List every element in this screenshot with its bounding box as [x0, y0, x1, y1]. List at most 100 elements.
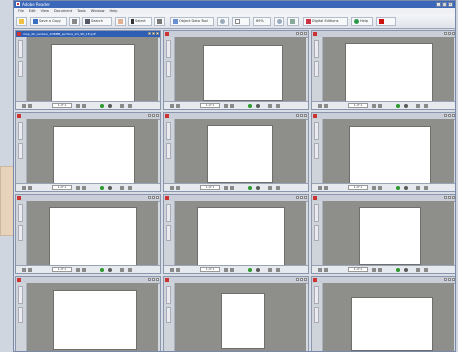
- maximize-button[interactable]: [300, 278, 303, 281]
- close-button[interactable]: [304, 196, 307, 199]
- adobe-button[interactable]: [376, 17, 396, 26]
- first-page-button[interactable]: [318, 104, 322, 108]
- menu-edit[interactable]: Edit: [29, 9, 36, 13]
- pages-tab[interactable]: [18, 143, 23, 159]
- go-forward-icon[interactable]: [248, 104, 252, 108]
- go-forward-icon[interactable]: [100, 104, 104, 108]
- pages-tab[interactable]: [18, 61, 23, 77]
- close-button[interactable]: ×: [448, 2, 453, 7]
- page-layout-button[interactable]: [128, 104, 132, 108]
- page-number-field[interactable]: 1 of 1: [200, 185, 220, 190]
- document-window[interactable]: 1 of 1: [163, 30, 309, 110]
- close-button[interactable]: [304, 114, 307, 117]
- save-copy-button[interactable]: Save a Copy: [30, 17, 67, 26]
- maximize-button[interactable]: [300, 32, 303, 35]
- next-page-button[interactable]: [76, 186, 80, 190]
- search-box[interactable]: [400, 17, 426, 26]
- document-window[interactable]: [311, 276, 455, 351]
- document-window[interactable]: 1 of 1: [15, 112, 161, 192]
- next-page-button[interactable]: [372, 104, 376, 108]
- maximize-button[interactable]: [152, 32, 155, 35]
- pages-tab[interactable]: [314, 225, 319, 241]
- document-canvas[interactable]: [175, 283, 306, 351]
- minimize-button[interactable]: _: [436, 2, 441, 7]
- last-page-button[interactable]: [230, 186, 234, 190]
- maximize-button[interactable]: [448, 196, 451, 199]
- bookmarks-tab[interactable]: [18, 204, 23, 222]
- go-forward-icon[interactable]: [396, 186, 400, 190]
- document-window[interactable]: [15, 276, 161, 351]
- prev-page-button[interactable]: [28, 186, 32, 190]
- zoom-level-field[interactable]: 69%: [253, 17, 271, 26]
- go-back-icon[interactable]: [108, 186, 112, 190]
- page-layout-button[interactable]: [268, 104, 272, 108]
- page-layout-button[interactable]: [276, 104, 280, 108]
- prev-page-button[interactable]: [324, 186, 328, 190]
- menu-tools[interactable]: Tools: [77, 9, 86, 13]
- go-forward-icon[interactable]: [396, 268, 400, 272]
- document-canvas[interactable]: [27, 37, 158, 102]
- pages-tab[interactable]: [18, 307, 23, 323]
- bookmarks-tab[interactable]: [18, 40, 23, 58]
- bookmarks-tab[interactable]: [314, 40, 319, 58]
- bookmarks-tab[interactable]: [314, 286, 319, 304]
- go-back-icon[interactable]: [404, 104, 408, 108]
- maximize-button[interactable]: [152, 114, 155, 117]
- maximize-button[interactable]: [448, 278, 451, 281]
- close-button[interactable]: [156, 114, 159, 117]
- first-page-button[interactable]: [318, 268, 322, 272]
- minimize-button[interactable]: [296, 114, 299, 117]
- page-layout-button[interactable]: [416, 186, 420, 190]
- document-window[interactable]: 1 of 1: [311, 194, 455, 274]
- document-canvas[interactable]: [175, 119, 306, 183]
- close-button[interactable]: [304, 32, 307, 35]
- pages-tab[interactable]: [314, 143, 319, 159]
- pages-tab[interactable]: [18, 225, 23, 241]
- document-canvas[interactable]: [175, 37, 306, 101]
- document-canvas[interactable]: [323, 37, 454, 103]
- go-back-icon[interactable]: [108, 104, 112, 108]
- minimize-button[interactable]: [444, 114, 447, 117]
- pages-tab[interactable]: [166, 61, 171, 77]
- page-layout-button[interactable]: [120, 268, 124, 272]
- document-window[interactable]: map_db_oenters_1OBMB_surface_1O_SD_1E.pd…: [15, 30, 161, 110]
- document-canvas[interactable]: [27, 201, 158, 267]
- bookmarks-tab[interactable]: [314, 204, 319, 222]
- minimize-button[interactable]: [148, 196, 151, 199]
- page-number-field[interactable]: 1 of 1: [52, 103, 72, 108]
- page-number-field[interactable]: 1 of 1: [348, 185, 368, 190]
- minimize-button[interactable]: [444, 196, 447, 199]
- go-forward-icon[interactable]: [248, 268, 252, 272]
- document-canvas[interactable]: [175, 201, 306, 267]
- page-layout-button[interactable]: [120, 104, 124, 108]
- pages-tab[interactable]: [314, 61, 319, 77]
- rotate-button[interactable]: [287, 17, 299, 26]
- go-back-icon[interactable]: [256, 104, 260, 108]
- object-data-tool-button[interactable]: Object Data Tool: [170, 17, 214, 26]
- menu-document[interactable]: Document: [54, 9, 72, 13]
- close-button[interactable]: [452, 114, 455, 117]
- next-page-button[interactable]: [76, 268, 80, 272]
- document-window[interactable]: 1 of 1: [163, 194, 309, 274]
- document-canvas[interactable]: [27, 119, 158, 184]
- close-button[interactable]: [452, 196, 455, 199]
- zoom-in-button[interactable]: [274, 17, 284, 26]
- page-layout-button[interactable]: [128, 268, 132, 272]
- next-page-button[interactable]: [224, 186, 228, 190]
- go-back-icon[interactable]: [256, 268, 260, 272]
- page-layout-button[interactable]: [424, 186, 428, 190]
- first-page-button[interactable]: [22, 268, 26, 272]
- maximize-button[interactable]: [448, 114, 451, 117]
- bookmarks-tab[interactable]: [166, 122, 171, 140]
- page-number-field[interactable]: 1 of 1: [52, 267, 72, 272]
- pages-tab[interactable]: [166, 225, 171, 241]
- minimize-button[interactable]: [296, 196, 299, 199]
- close-button[interactable]: [452, 32, 455, 35]
- minimize-button[interactable]: [148, 114, 151, 117]
- help-button[interactable]: Help: [351, 17, 373, 26]
- page-layout-button[interactable]: [276, 186, 280, 190]
- open-button[interactable]: [16, 17, 27, 26]
- next-page-button[interactable]: [224, 104, 228, 108]
- zoom-out-button[interactable]: [217, 17, 229, 26]
- document-canvas[interactable]: [323, 283, 454, 351]
